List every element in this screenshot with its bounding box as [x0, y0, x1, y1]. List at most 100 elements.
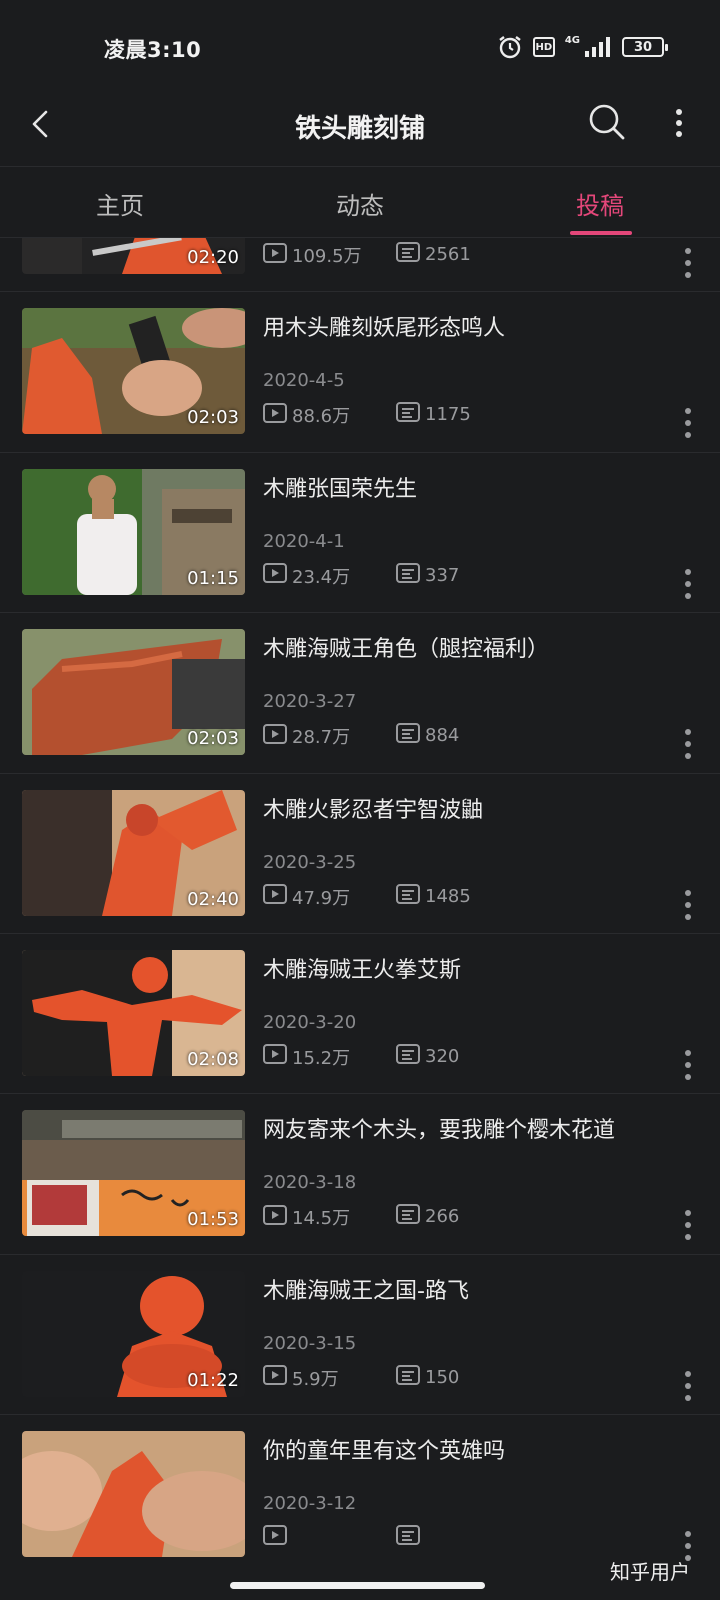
- video-title[interactable]: 你的童年里有这个英雄吗: [263, 1433, 663, 1465]
- video-thumbnail[interactable]: [22, 1431, 245, 1558]
- play-count-value: 14.5万: [292, 1208, 351, 1230]
- play-count-icon: [263, 1044, 287, 1069]
- comment-count-value: 1485: [425, 885, 471, 907]
- video-title[interactable]: 木雕张国荣先生: [263, 471, 663, 503]
- play-count-value: 28.7万: [292, 727, 351, 749]
- video-thumbnail[interactable]: 01:53: [22, 1110, 245, 1237]
- comment-count-icon: [396, 242, 420, 267]
- play-count: 28.7万: [263, 723, 350, 749]
- video-list-item[interactable]: 01:22 木雕海贼王之国-路飞 2020-3-15 5.9万 150: [0, 1255, 720, 1416]
- video-duration: 02:03: [187, 728, 239, 750]
- play-count: 47.9万: [263, 884, 350, 910]
- video-list-item[interactable]: 02:08 木雕海贼王火拳艾斯 2020-3-20 15.2万 320: [0, 934, 720, 1095]
- video-date: 2020-3-18: [263, 1172, 357, 1194]
- comment-count-icon: [396, 1204, 420, 1229]
- video-stats: 5.9万 150: [263, 1364, 663, 1391]
- tab-posts[interactable]: 投稿: [480, 167, 720, 239]
- video-date: 2020-3-15: [263, 1332, 357, 1354]
- comment-count: 320: [396, 1043, 459, 1069]
- status-bar: 凌晨3:10 HD 4G 30: [0, 0, 720, 88]
- item-more-icon[interactable]: [678, 567, 698, 601]
- play-count: 15.2万: [263, 1044, 350, 1070]
- video-stats: 28.7万 884: [263, 723, 663, 749]
- item-more-icon[interactable]: [678, 246, 698, 280]
- video-list-item[interactable]: 你的童年里有这个英雄吗 2020-3-12: [0, 1415, 720, 1562]
- play-count-icon: [263, 563, 287, 588]
- video-thumbnail[interactable]: 02:20: [22, 238, 245, 274]
- video-thumbnail[interactable]: 02:40: [22, 789, 245, 916]
- comment-count: 266: [396, 1204, 459, 1229]
- video-list-item[interactable]: 02:03 木雕海贼王角色（腿控福利） 2020-3-27 28.7万 884: [0, 613, 720, 774]
- status-time: 凌晨3:10: [104, 38, 202, 62]
- hd-badge: HD: [532, 37, 555, 57]
- video-list-item[interactable]: 02:40 木雕火影忍者宇智波鼬 2020-3-25 47.9万 1485: [0, 774, 720, 934]
- video-thumbnail[interactable]: 02:03: [22, 629, 245, 756]
- video-title[interactable]: 木雕海贼王火拳艾斯: [263, 952, 663, 984]
- video-date: 2020-3-27: [263, 691, 357, 713]
- comment-count-value: 150: [425, 1366, 460, 1388]
- item-more-icon[interactable]: [678, 888, 698, 922]
- comment-count: 884: [396, 723, 459, 748]
- battery-level: 30: [633, 39, 653, 55]
- video-date: 2020-3-12: [263, 1493, 357, 1515]
- play-count: 109.5万: [263, 242, 362, 268]
- comment-count-icon: [396, 402, 420, 427]
- alarm-icon: [497, 34, 523, 60]
- comment-count-icon: [396, 1364, 420, 1390]
- comment-count-value: 2561: [425, 244, 471, 265]
- video-thumbnail[interactable]: 01:15: [22, 468, 245, 595]
- comment-count-value: 337: [425, 564, 460, 586]
- video-stats: 88.6万 1175: [263, 402, 663, 428]
- comment-count-icon: [396, 883, 420, 909]
- comment-count: 1175: [396, 402, 471, 427]
- play-count-icon: [263, 1365, 287, 1390]
- video-duration: 02:08: [187, 1048, 239, 1070]
- video-list-item[interactable]: 01:15 木雕张国荣先生 2020-4-1 23.4万 337: [0, 453, 720, 614]
- item-more-icon[interactable]: [678, 727, 698, 761]
- item-more-icon[interactable]: [678, 1048, 698, 1082]
- video-duration: 02:20: [187, 247, 239, 268]
- video-date: 2020-3-20: [263, 1011, 357, 1033]
- play-count-value: 23.4万: [292, 566, 351, 588]
- nav-bar: 铁头雕刻铺: [0, 88, 720, 166]
- video-title[interactable]: 网友寄来个木头，要我雕个樱木花道: [263, 1112, 663, 1144]
- tab-home[interactable]: 主页: [0, 167, 240, 239]
- comment-count-icon: [396, 1525, 420, 1550]
- video-title[interactable]: 木雕海贼王之国-路飞: [263, 1273, 663, 1305]
- video-stats: 23.4万 337: [263, 562, 663, 589]
- video-title[interactable]: 木雕海贼王角色（腿控福利）: [263, 631, 663, 663]
- comment-count: [396, 1525, 425, 1550]
- home-indicator[interactable]: [230, 1582, 485, 1589]
- comment-count-value: 1175: [425, 404, 471, 426]
- comment-count: 1485: [396, 883, 471, 909]
- video-title[interactable]: 用木头雕刻妖尾形态鸣人: [263, 310, 663, 342]
- video-thumbnail[interactable]: 01:22: [22, 1270, 245, 1397]
- signal-icon: [584, 36, 612, 58]
- video-stats: 14.5万 266: [263, 1204, 663, 1230]
- item-more-icon[interactable]: [678, 1369, 698, 1403]
- search-icon[interactable]: [585, 100, 629, 144]
- watermark: 知乎用户: [610, 1560, 690, 1584]
- play-count-value: 109.5万: [292, 246, 362, 267]
- comment-count-icon: [396, 723, 420, 748]
- play-count-icon: [263, 242, 287, 268]
- video-duration: 01:53: [187, 1209, 239, 1231]
- play-count-icon: [263, 1525, 287, 1550]
- item-more-icon[interactable]: [678, 1208, 698, 1242]
- more-vertical-icon[interactable]: [664, 102, 694, 146]
- video-list-item[interactable]: 01:53 网友寄来个木头，要我雕个樱木花道 2020-3-18 14.5万 2…: [0, 1094, 720, 1255]
- video-list-item[interactable]: 02:20 2020-4-8 109.5万 2561: [0, 238, 720, 293]
- video-title[interactable]: 木雕火影忍者宇智波鼬: [263, 792, 663, 824]
- play-count-icon: [263, 723, 287, 749]
- video-list-item[interactable]: 02:03 用木头雕刻妖尾形态鸣人 2020-4-5 88.6万 1175: [0, 292, 720, 453]
- status-icons: HD 4G 30: [497, 32, 668, 62]
- video-thumbnail[interactable]: 02:08: [22, 949, 245, 1076]
- video-stats: 47.9万 1485: [263, 883, 663, 910]
- play-count-value: 47.9万: [292, 887, 351, 909]
- video-thumbnail[interactable]: 02:03: [22, 308, 245, 435]
- video-stats: 109.5万 2561: [263, 242, 663, 268]
- play-count: 5.9万: [263, 1365, 339, 1391]
- tab-dynamics[interactable]: 动态: [240, 167, 480, 239]
- video-date: 2020-4-1: [263, 530, 345, 552]
- item-more-icon[interactable]: [678, 406, 698, 440]
